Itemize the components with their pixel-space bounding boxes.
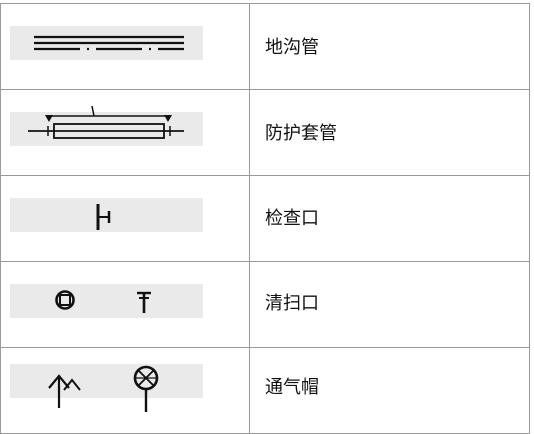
vent-cap-icon	[10, 364, 203, 412]
legend-table: 地沟管 防护套管 检查口 清扫口 通气帽	[0, 0, 530, 434]
protective-sleeve-icon	[10, 105, 203, 146]
legend-row: 清扫口	[0, 261, 530, 347]
legend-row: 通气帽	[0, 347, 530, 434]
trench-pipe-icon	[10, 26, 203, 60]
legend-label: 清扫口	[265, 293, 319, 314]
inspection-port-icon	[10, 198, 203, 232]
legend-label: 地沟管	[265, 37, 319, 58]
legend-label: 通气帽	[265, 377, 319, 398]
legend-label: 防护套管	[265, 123, 337, 144]
legend-row: 防护套管	[0, 89, 530, 175]
cleanout-icon	[10, 284, 203, 318]
legend-row: 地沟管	[0, 3, 530, 89]
legend-label: 检查口	[265, 208, 319, 229]
legend-row: 检查口	[0, 175, 530, 261]
